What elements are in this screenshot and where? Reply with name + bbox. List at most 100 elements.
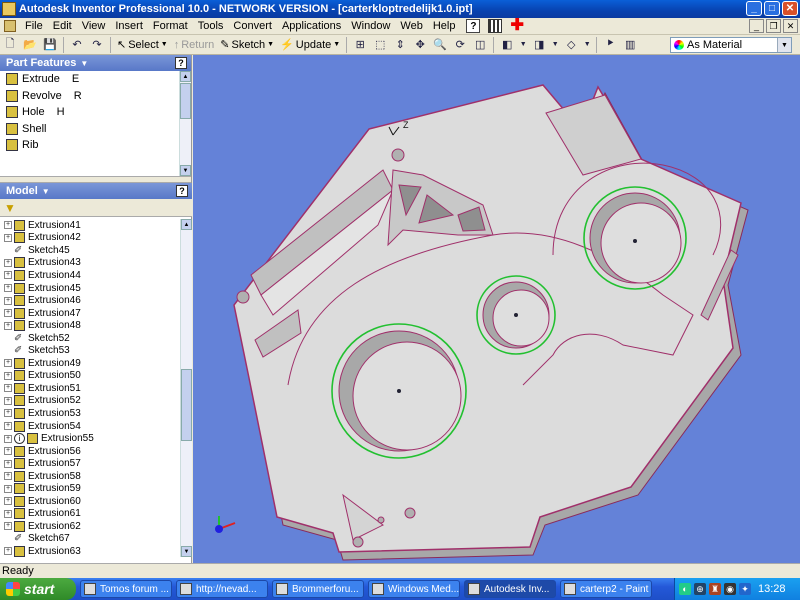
chevron-down-icon[interactable]: ▼ — [777, 38, 791, 52]
expand-icon[interactable]: + — [4, 484, 12, 493]
save-icon[interactable]: 💾 — [42, 37, 58, 53]
expand-icon[interactable]: + — [4, 409, 12, 418]
start-button[interactable]: start — [0, 578, 76, 600]
tree-item[interactable]: ✐ Sketch52 — [0, 332, 192, 345]
shaded-display-icon[interactable]: ◧ — [499, 37, 515, 53]
menu-convert[interactable]: Convert — [228, 20, 277, 32]
expand-icon[interactable]: + — [4, 522, 12, 531]
task-button-0[interactable]: Tomos forum ... — [80, 580, 172, 598]
tree-item[interactable]: + Extrusion61 — [0, 508, 192, 521]
antivirus-icon[interactable]: ♜ — [709, 583, 721, 595]
bolt-hole[interactable] — [377, 516, 385, 524]
tree-item[interactable]: + Extrusion42 — [0, 232, 192, 245]
section-view-icon[interactable]: ◇ — [563, 37, 579, 53]
feature-rib[interactable]: Rib — [0, 137, 191, 154]
chevron-down-icon[interactable]: ▼ — [80, 59, 88, 68]
graphics-window[interactable]: Z — [193, 55, 800, 563]
expand-icon[interactable]: + — [4, 422, 12, 431]
menu-format[interactable]: Format — [148, 20, 193, 32]
scroll-up-icon[interactable]: ▲ — [180, 71, 191, 82]
help-icon[interactable]: ? — [176, 185, 188, 197]
new-file-icon[interactable]: 🗋 — [2, 37, 18, 53]
expand-icon[interactable]: + — [4, 271, 12, 280]
add-icon[interactable]: ✚ — [510, 18, 523, 34]
network-icon[interactable]: ◐ — [679, 583, 691, 595]
chevron-down-icon[interactable]: ▼ — [161, 41, 168, 48]
tree-item[interactable]: + Extrusion53 — [0, 407, 192, 420]
tree-item[interactable]: ✐ Sketch53 — [0, 344, 192, 357]
doc-minimize-button[interactable]: _ — [749, 19, 764, 33]
analysis-icon[interactable]: ▥ — [622, 37, 638, 53]
tree-item[interactable]: + Extrusion60 — [0, 495, 192, 508]
scroll-down-icon[interactable]: ▼ — [180, 165, 191, 176]
bore-hole[interactable] — [352, 341, 462, 451]
menu-window[interactable]: Window — [346, 20, 395, 32]
chevron-down-icon[interactable]: ▼ — [551, 37, 559, 53]
chevron-down-icon[interactable]: ▼ — [333, 41, 340, 48]
tree-item[interactable]: + Extrusion59 — [0, 482, 192, 495]
scroll-up-icon[interactable]: ▲ — [181, 219, 192, 230]
menu-edit[interactable]: Edit — [48, 20, 77, 32]
tree-item[interactable]: + Extrusion41 — [0, 219, 192, 232]
doc-close-button[interactable]: ✕ — [783, 19, 798, 33]
task-button-1[interactable]: http://nevad... — [176, 580, 268, 598]
messenger-icon[interactable]: ✦ — [739, 583, 751, 595]
security-icon[interactable]: ⊕ — [694, 583, 706, 595]
expand-icon[interactable]: + — [4, 321, 12, 330]
expand-icon[interactable]: + — [4, 359, 12, 368]
expand-icon[interactable]: + — [4, 459, 12, 468]
task-button-5[interactable]: carterp2 - Paint — [560, 580, 652, 598]
chevron-down-icon[interactable]: ▼ — [267, 41, 274, 48]
tree-item[interactable]: ✐ Sketch45 — [0, 244, 192, 257]
bore-hole[interactable] — [492, 289, 550, 347]
bore-hole[interactable] — [600, 202, 682, 284]
expand-icon[interactable]: + — [4, 309, 12, 318]
tree-item[interactable]: + i Extrusion55 — [0, 432, 192, 445]
expand-icon[interactable]: + — [4, 296, 12, 305]
filter-icon[interactable]: ▼ — [4, 201, 16, 215]
scroll-down-icon[interactable]: ▼ — [181, 546, 192, 557]
menu-view[interactable]: View — [77, 20, 111, 32]
menu-tools[interactable]: Tools — [193, 20, 229, 32]
update-button[interactable]: ⚡ Update ▼ — [277, 38, 343, 52]
zoom-all-icon[interactable]: ⊞ — [352, 37, 368, 53]
tree-item[interactable]: + Extrusion51 — [0, 382, 192, 395]
document-icon[interactable] — [4, 20, 16, 32]
maximize-button[interactable]: □ — [764, 1, 780, 16]
bolt-hole[interactable] — [352, 536, 364, 548]
expand-icon[interactable]: + — [4, 384, 12, 393]
chevron-down-icon[interactable]: ▼ — [519, 37, 527, 53]
scroll-thumb[interactable] — [180, 83, 191, 119]
task-button-3[interactable]: Windows Med... — [368, 580, 460, 598]
doc-restore-button[interactable]: ❐ — [766, 19, 781, 33]
help-icon[interactable]: ? — [466, 19, 481, 33]
part-features-header[interactable]: Part Features ▼ ? — [0, 55, 191, 71]
bolt-hole[interactable] — [391, 148, 405, 162]
task-button-4[interactable]: Autodesk Inv... — [464, 580, 556, 598]
model-scrollbar[interactable]: ▲ ▼ — [180, 219, 192, 557]
tree-item[interactable]: + Extrusion47 — [0, 307, 192, 320]
menu-applications[interactable]: Applications — [277, 20, 346, 32]
tree-item[interactable]: + Extrusion63 — [0, 545, 192, 557]
expand-icon[interactable]: + — [4, 497, 12, 506]
scroll-thumb[interactable] — [181, 369, 192, 441]
feature-shell[interactable]: Shell — [0, 121, 191, 138]
speaker-icon[interactable]: ◉ — [724, 583, 736, 595]
select-button[interactable]: ↖ Select ▼ — [114, 38, 171, 52]
open-folder-icon[interactable]: 📂 — [22, 37, 38, 53]
tree-item[interactable]: + Extrusion58 — [0, 470, 192, 483]
chevron-down-icon[interactable]: ▼ — [42, 187, 50, 196]
sheet-icon[interactable] — [488, 19, 503, 33]
forward-icon[interactable]: ⯈ — [602, 37, 618, 53]
help-icon[interactable]: ? — [175, 57, 187, 69]
material-select[interactable]: As Material ▼ — [670, 37, 792, 53]
undo-icon[interactable]: ↶ — [69, 37, 85, 53]
expand-icon[interactable]: + — [4, 233, 12, 242]
tree-item[interactable]: + Extrusion46 — [0, 294, 192, 307]
expand-icon[interactable]: + — [4, 509, 12, 518]
tree-item[interactable]: + Extrusion49 — [0, 357, 192, 370]
expand-icon[interactable]: + — [4, 472, 12, 481]
tree-item[interactable]: + Extrusion45 — [0, 282, 192, 295]
camera-view-icon[interactable]: ◨ — [531, 37, 547, 53]
bolt-hole[interactable] — [236, 290, 250, 304]
